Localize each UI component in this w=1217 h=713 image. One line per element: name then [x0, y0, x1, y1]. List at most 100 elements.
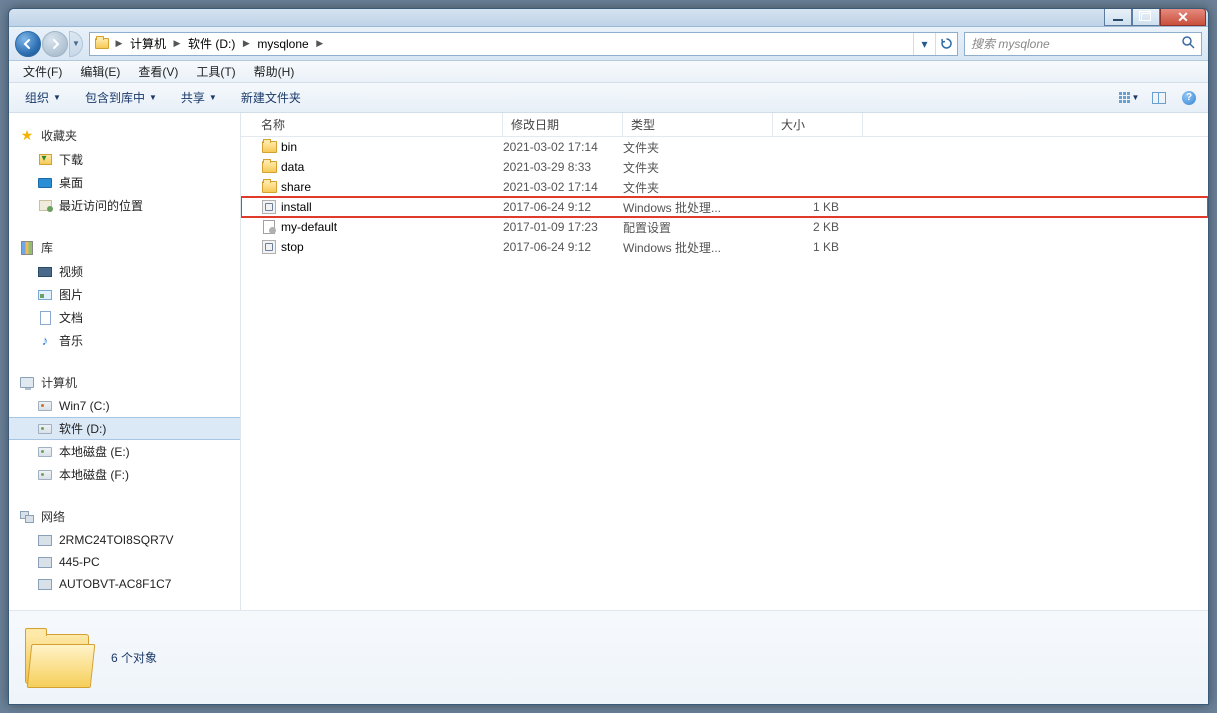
- share-button[interactable]: 共享▼: [173, 86, 225, 109]
- download-icon: [37, 152, 53, 168]
- file-list: 名称 修改日期 类型 大小 bin2021-03-02 17:14文件夹data…: [241, 113, 1208, 610]
- address-bar[interactable]: ▶ 计算机 ▶ 软件 (D:) ▶ mysqlone ▶ ▾: [89, 32, 958, 56]
- drive-icon: [37, 398, 53, 414]
- netpc-icon: [37, 554, 53, 570]
- cfg-icon: [261, 219, 277, 235]
- breadcrumb-drive[interactable]: 软件 (D:): [184, 35, 239, 52]
- pane-icon: [1152, 92, 1166, 104]
- sidebar-libraries[interactable]: 库: [9, 235, 240, 260]
- breadcrumb-folder[interactable]: mysqlone: [253, 37, 312, 51]
- folder-icon: [261, 139, 277, 155]
- picture-icon: [37, 287, 53, 303]
- nav-row: ▼ ▶ 计算机 ▶ 软件 (D:) ▶ mysqlone ▶ ▾ 搜索 mysq…: [9, 27, 1208, 61]
- file-date: 2017-01-09 17:23: [503, 220, 623, 234]
- minimize-button[interactable]: [1104, 8, 1132, 26]
- file-row[interactable]: stop2017-06-24 9:12Windows 批处理...1 KB: [241, 237, 1208, 257]
- search-placeholder: 搜索 mysqlone: [971, 35, 1050, 52]
- menu-tools[interactable]: 工具(T): [188, 61, 243, 82]
- sidebar-netpc[interactable]: AUTOBVT-AC8F1C7: [9, 573, 240, 595]
- menubar: 文件(F) 编辑(E) 查看(V) 工具(T) 帮助(H): [9, 61, 1208, 83]
- refresh-button[interactable]: [935, 33, 957, 55]
- menu-help[interactable]: 帮助(H): [246, 61, 303, 82]
- file-row[interactable]: my-default2017-01-09 17:23配置设置2 KB: [241, 217, 1208, 237]
- history-dropdown[interactable]: ▼: [69, 31, 83, 57]
- col-type[interactable]: 类型: [623, 113, 773, 136]
- sidebar-network[interactable]: 网络: [9, 504, 240, 529]
- toolbar: 组织▼ 包含到库中▼ 共享▼ 新建文件夹 ▼ ?: [9, 83, 1208, 113]
- file-name: data: [281, 160, 304, 174]
- arrow-left-icon: [22, 38, 34, 50]
- sidebar-desktop[interactable]: 桌面: [9, 171, 240, 194]
- search-icon[interactable]: [1181, 35, 1195, 52]
- sidebar-documents[interactable]: 文档: [9, 306, 240, 329]
- chevron-right-icon[interactable]: ▶: [112, 33, 126, 55]
- file-name: bin: [281, 140, 297, 154]
- help-icon: ?: [1182, 91, 1196, 105]
- rows[interactable]: bin2021-03-02 17:14文件夹data2021-03-29 8:3…: [241, 137, 1208, 610]
- sidebar-drive-f[interactable]: 本地磁盘 (F:): [9, 463, 240, 486]
- sidebar-netpc[interactable]: 2RMC24TOI8SQR7V: [9, 529, 240, 551]
- drive-icon: [37, 421, 53, 437]
- folder-icon: [261, 159, 277, 175]
- file-type: 文件夹: [623, 179, 773, 196]
- file-type: Windows 批处理...: [623, 199, 773, 216]
- preview-pane-button[interactable]: [1148, 87, 1170, 109]
- file-date: 2017-06-24 9:12: [503, 200, 623, 214]
- address-dropdown[interactable]: ▾: [913, 33, 935, 55]
- file-row[interactable]: bin 2021-03-02 17:14文件夹: [241, 137, 1208, 157]
- sidebar-computer[interactable]: 计算机: [9, 370, 240, 395]
- file-row[interactable]: share 2021-03-02 17:14文件夹: [241, 177, 1208, 197]
- col-date[interactable]: 修改日期: [503, 113, 623, 136]
- arrow-right-icon: [49, 38, 61, 50]
- file-date: 2021-03-02 17:14: [503, 180, 623, 194]
- bat-icon: [261, 239, 277, 255]
- file-type: 配置设置: [623, 219, 773, 236]
- chevron-right-icon[interactable]: ▶: [239, 33, 253, 55]
- file-type: 文件夹: [623, 139, 773, 156]
- close-button[interactable]: ✕: [1160, 8, 1206, 26]
- sidebar-music[interactable]: ♪音乐: [9, 329, 240, 352]
- sidebar-netpc[interactable]: 445-PC: [9, 551, 240, 573]
- sidebar-drive-e[interactable]: 本地磁盘 (E:): [9, 440, 240, 463]
- organize-button[interactable]: 组织▼: [17, 86, 69, 109]
- nav-pane[interactable]: ★收藏夹 下载 桌面 最近访问的位置 库 视频 图片 文档 ♪音乐 计算机 Wi…: [9, 113, 241, 610]
- drive-icon: [37, 467, 53, 483]
- music-icon: ♪: [37, 333, 53, 349]
- help-button[interactable]: ?: [1178, 87, 1200, 109]
- chevron-right-icon[interactable]: ▶: [170, 33, 184, 55]
- sidebar-videos[interactable]: 视频: [9, 260, 240, 283]
- forward-button[interactable]: [42, 31, 68, 57]
- back-button[interactable]: [15, 31, 41, 57]
- sidebar-drive-d[interactable]: 软件 (D:): [9, 417, 240, 440]
- sidebar-pictures[interactable]: 图片: [9, 283, 240, 306]
- column-headers: 名称 修改日期 类型 大小: [241, 113, 1208, 137]
- folder-icon: [94, 36, 110, 52]
- col-name[interactable]: 名称: [241, 113, 503, 136]
- search-input[interactable]: 搜索 mysqlone: [964, 32, 1202, 56]
- menu-file[interactable]: 文件(F): [15, 61, 70, 82]
- file-row[interactable]: install 2017-06-24 9:12Windows 批处理...1 KB: [241, 197, 1208, 217]
- titlebar[interactable]: ✕: [9, 9, 1208, 27]
- sidebar-drive-c[interactable]: Win7 (C:): [9, 395, 240, 417]
- network-icon: [19, 509, 35, 525]
- file-name: install: [281, 200, 312, 214]
- refresh-icon: [940, 37, 953, 50]
- include-button[interactable]: 包含到库中▼: [77, 86, 165, 109]
- maximize-button[interactable]: [1132, 8, 1160, 26]
- sidebar-recent[interactable]: 最近访问的位置: [9, 194, 240, 217]
- breadcrumb-computer[interactable]: 计算机: [126, 35, 170, 52]
- drive-icon: [37, 444, 53, 460]
- file-size: 1 KB: [773, 200, 863, 214]
- chevron-right-icon[interactable]: ▶: [313, 33, 327, 55]
- newfolder-button[interactable]: 新建文件夹: [233, 86, 309, 109]
- folder-icon: [261, 179, 277, 195]
- sidebar-downloads[interactable]: 下载: [9, 148, 240, 171]
- view-button[interactable]: ▼: [1118, 87, 1140, 109]
- sidebar-favorites[interactable]: ★收藏夹: [9, 123, 240, 148]
- col-size[interactable]: 大小: [773, 113, 863, 136]
- menu-edit[interactable]: 编辑(E): [72, 61, 128, 82]
- menu-view[interactable]: 查看(V): [130, 61, 186, 82]
- file-date: 2021-03-02 17:14: [503, 140, 623, 154]
- file-row[interactable]: data2021-03-29 8:33文件夹: [241, 157, 1208, 177]
- file-name: share: [281, 180, 311, 194]
